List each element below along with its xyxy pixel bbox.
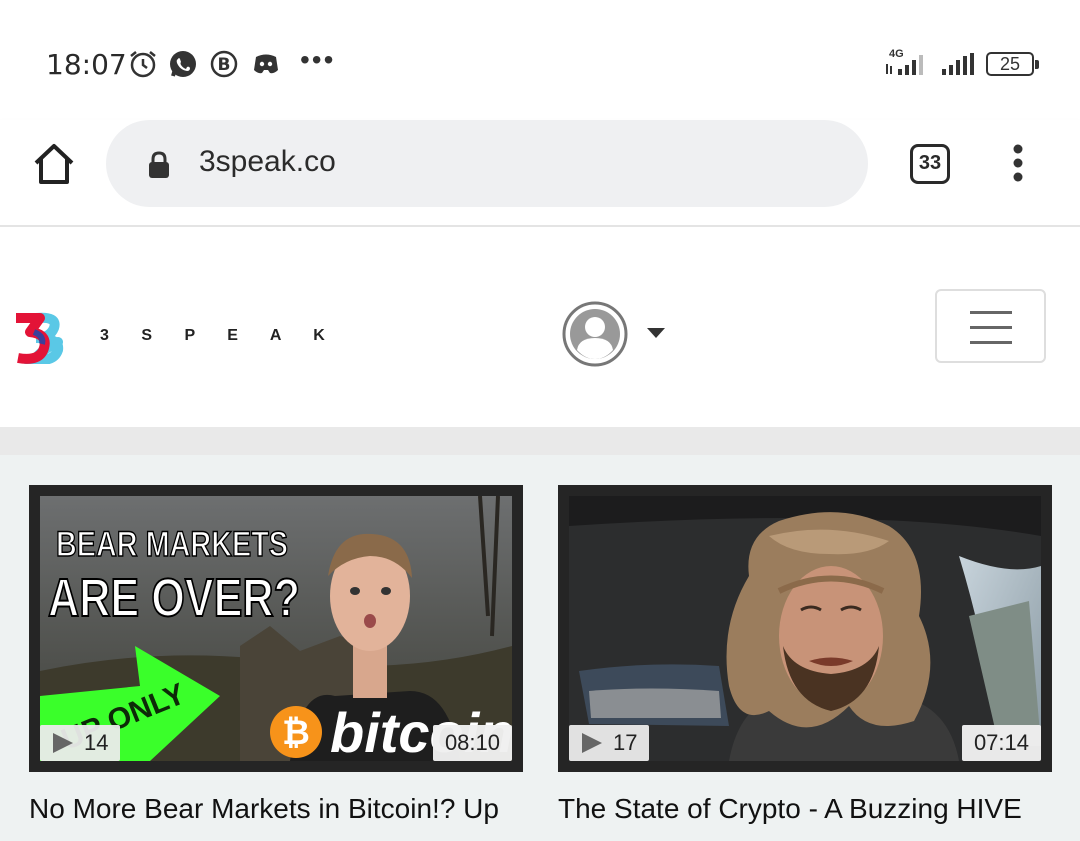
address-bar[interactable]: 3speak.co [106, 120, 868, 207]
user-avatar-icon[interactable] [561, 300, 629, 368]
video-thumbnail[interactable]: UP ONLY BEAR MARKETS ARE OVER? ₿ bitcoin [40, 496, 512, 761]
overflow-menu-icon[interactable] [1008, 144, 1028, 184]
view-count: 14 [40, 725, 121, 761]
hamburger-line [970, 311, 1012, 314]
browser-toolbar: 3speak.co 33 [0, 120, 1080, 227]
bitcoin-icon: ₿ [282, 713, 310, 753]
video-thumbnail[interactable] [569, 496, 1041, 761]
hamburger-line [970, 326, 1012, 329]
video-duration: 07:14 [961, 725, 1041, 761]
tab-count-button[interactable]: 33 [910, 144, 950, 184]
more-notifications-icon: ••• [300, 44, 336, 75]
thumbnail-image [569, 496, 1041, 761]
lock-icon[interactable] [146, 150, 172, 180]
svg-text:B: B [218, 55, 231, 75]
3speak-logo[interactable] [14, 312, 78, 364]
video-card[interactable]: 17 07:14 [558, 485, 1052, 772]
play-icon [582, 733, 602, 753]
url-text[interactable]: 3speak.co [199, 145, 336, 179]
view-count-value: 14 [84, 730, 109, 755]
thumb-headline-1: BEAR MARKETS [56, 525, 288, 564]
whatsapp-icon [170, 51, 196, 77]
alarm-icon [130, 51, 156, 78]
video-feed: UP ONLY BEAR MARKETS ARE OVER? ₿ bitcoin… [0, 455, 1080, 841]
signal-icon [942, 53, 974, 75]
view-count-value: 17 [613, 730, 638, 755]
clock: 18:07 [46, 48, 127, 81]
video-duration: 08:10 [432, 725, 512, 761]
video-card[interactable]: UP ONLY BEAR MARKETS ARE OVER? ₿ bitcoin… [29, 485, 523, 772]
status-bar: 18:07 B ••• 4G 25 [0, 0, 1080, 120]
site-header: 3 S P E A K [0, 227, 1080, 427]
brand-wordmark: 3 S P E A K [100, 327, 339, 344]
hamburger-line [970, 341, 1012, 344]
home-icon[interactable] [31, 142, 77, 186]
view-count: 17 [569, 725, 650, 761]
thumb-headline-2: ARE OVER? [48, 568, 300, 628]
video-title[interactable]: No More Bear Markets in Bitcoin!? Up [29, 789, 499, 829]
discord-icon [254, 54, 278, 74]
b-app-icon: B [210, 50, 238, 78]
battery-icon: 25 [986, 52, 1039, 76]
section-divider [0, 427, 1080, 455]
chevron-down-icon[interactable] [646, 327, 666, 339]
thumbnail-image: UP ONLY BEAR MARKETS ARE OVER? ₿ bitcoin [40, 496, 512, 761]
signal-4g-icon [886, 55, 923, 75]
play-icon [53, 733, 73, 753]
video-title[interactable]: The State of Crypto - A Buzzing HIVE [558, 789, 1022, 829]
hamburger-menu-button[interactable] [935, 289, 1046, 363]
